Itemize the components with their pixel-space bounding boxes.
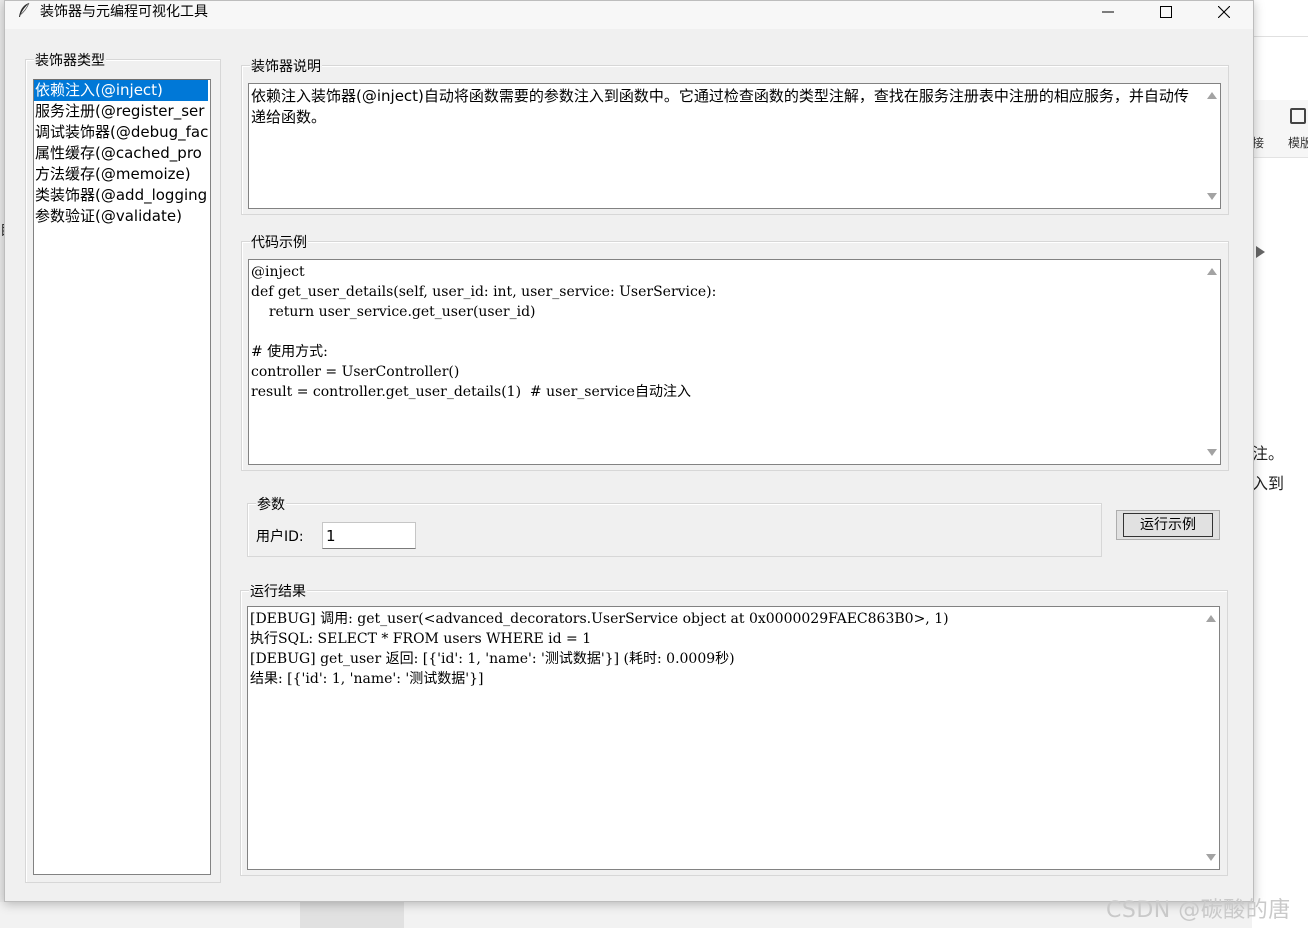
decorator-types-label: 装饰器类型 bbox=[34, 50, 106, 70]
code-line: def get_user_details(self, user_id: int,… bbox=[251, 284, 717, 300]
user-id-label: 用户ID: bbox=[256, 529, 304, 545]
scroll-up-icon[interactable] bbox=[1207, 268, 1217, 275]
play-arrow-icon bbox=[1256, 246, 1265, 258]
background-divider bbox=[1252, 36, 1308, 37]
decorator-type-item[interactable]: 参数验证(@validate) bbox=[34, 206, 210, 227]
watermark: CSDN @碳酸的唐 bbox=[1106, 898, 1291, 923]
background-taskbar-fragment bbox=[0, 902, 1252, 928]
decorator-type-item[interactable]: 方法缓存(@memoize) bbox=[34, 164, 210, 185]
window-title: 装饰器与元编程可视化工具 bbox=[40, 4, 208, 20]
output-text: [DEBUG] 调用: get_user(<advanced_decorator… bbox=[250, 609, 1199, 689]
decorator-type-item[interactable]: 依赖注入(@inject) bbox=[34, 80, 208, 101]
output-label: 运行结果 bbox=[249, 581, 307, 601]
maximize-icon bbox=[1160, 6, 1172, 18]
run-example-label: 运行示例 bbox=[1123, 513, 1213, 537]
code-example-textbox[interactable]: @inject def get_user_details(self, user_i… bbox=[248, 259, 1221, 465]
scroll-down-icon[interactable] bbox=[1206, 854, 1216, 861]
decorator-type-item[interactable]: 属性缓存(@cached_pro bbox=[34, 143, 210, 164]
decorator-type-item[interactable]: 调试装饰器(@debug_fac bbox=[34, 122, 210, 143]
code-example-text: @inject def get_user_details(self, user_i… bbox=[251, 262, 1200, 402]
minimize-icon bbox=[1102, 11, 1114, 13]
description-text: 依赖注入装饰器(@inject)自动将函数需要的参数注入到函数中。它通过检查函数… bbox=[251, 87, 1189, 126]
scroll-up-icon[interactable] bbox=[1207, 92, 1217, 99]
description-label: 装饰器说明 bbox=[250, 56, 322, 76]
scroll-down-icon[interactable] bbox=[1207, 449, 1217, 456]
decorator-type-item[interactable]: 服务注册(@register_ser bbox=[34, 101, 210, 122]
code-line: @inject bbox=[251, 264, 305, 280]
close-icon bbox=[1218, 6, 1230, 18]
feather-icon bbox=[19, 2, 30, 17]
output-line: 结果: [{'id': 1, 'name': '测试数据'}] bbox=[250, 671, 484, 687]
code-line: # 使用方式: bbox=[251, 344, 328, 360]
background-text-template: 模版 bbox=[1288, 136, 1308, 150]
code-line: controller = UserController() bbox=[251, 364, 460, 380]
output-line: [DEBUG] 调用: get_user(<advanced_decorator… bbox=[250, 611, 949, 627]
background-text-note: 注。 bbox=[1252, 444, 1285, 463]
description-scrollbar[interactable] bbox=[1202, 84, 1220, 208]
background-block bbox=[300, 902, 404, 928]
background-text-into: 入到 bbox=[1252, 474, 1285, 493]
decorator-type-item[interactable]: 类装饰器(@add_logging bbox=[34, 185, 210, 206]
output-line: 执行SQL: SELECT * FROM users WHERE id = 1 bbox=[250, 631, 592, 647]
output-line: [DEBUG] get_user 返回: [{'id': 1, 'name': … bbox=[250, 651, 735, 667]
code-example-label: 代码示例 bbox=[250, 232, 308, 252]
background-window-fragment: 模版 接 注。 入到 bbox=[1252, 0, 1308, 928]
code-scrollbar[interactable] bbox=[1202, 260, 1220, 464]
output-scrollbar[interactable] bbox=[1201, 607, 1219, 869]
run-example-button[interactable]: 运行示例 bbox=[1116, 510, 1220, 540]
maximize-button[interactable] bbox=[1137, 1, 1195, 23]
title-bar[interactable]: 装饰器与元编程可视化工具 bbox=[5, 1, 1253, 29]
scroll-down-icon[interactable] bbox=[1207, 193, 1217, 200]
template-icon bbox=[1290, 108, 1306, 124]
minimize-button[interactable] bbox=[1079, 1, 1137, 23]
close-button[interactable] bbox=[1195, 1, 1253, 23]
code-line: return user_service.get_user(user_id) bbox=[251, 304, 536, 320]
scroll-up-icon[interactable] bbox=[1206, 615, 1216, 622]
output-textbox[interactable]: [DEBUG] 调用: get_user(<advanced_decorator… bbox=[247, 606, 1220, 870]
code-line: result = controller.get_user_details(1) … bbox=[251, 384, 691, 400]
params-label: 参数 bbox=[256, 494, 286, 514]
description-textbox[interactable]: 依赖注入装饰器(@inject)自动将函数需要的参数注入到函数中。它通过检查函数… bbox=[248, 83, 1221, 209]
decorator-type-list[interactable]: 依赖注入(@inject) 服务注册(@register_ser 调试装饰器(@de… bbox=[33, 79, 211, 875]
user-id-input[interactable] bbox=[322, 522, 416, 549]
